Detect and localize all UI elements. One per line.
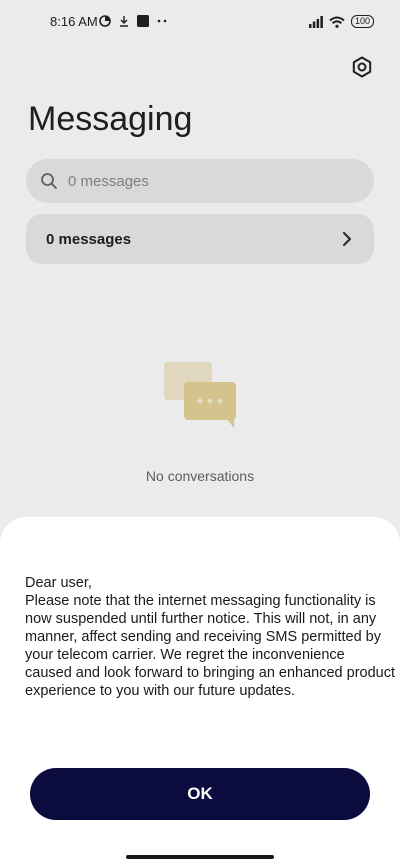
notice-message: Dear user, Please note that the internet… <box>25 575 396 699</box>
home-indicator[interactable] <box>126 855 274 859</box>
messaging-screen: 8:16 AM 100 Messaging 0 messages 0 messa… <box>0 0 400 866</box>
ok-button[interactable]: OK <box>30 768 370 820</box>
notice-dialog: Dear user, Please note that the internet… <box>0 517 400 866</box>
